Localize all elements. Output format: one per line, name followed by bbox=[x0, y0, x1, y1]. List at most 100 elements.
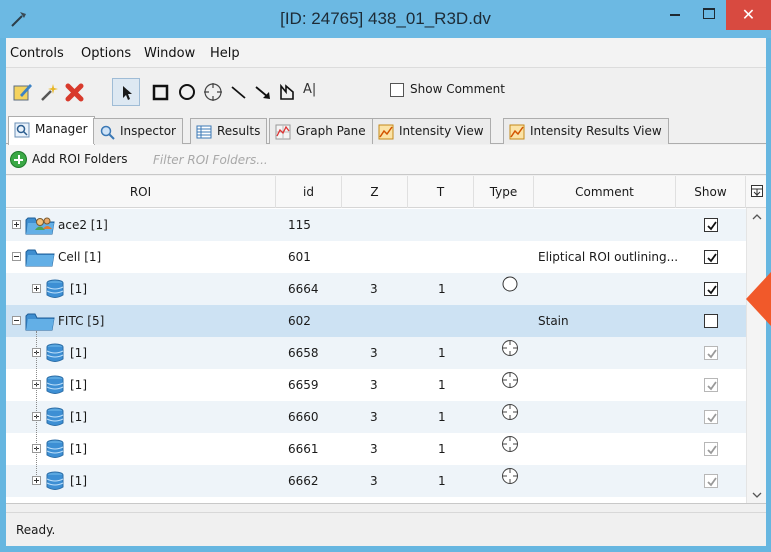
point-shape-icon bbox=[500, 370, 520, 393]
roi-comment: Stain bbox=[538, 314, 569, 328]
column-header-roi[interactable]: ROI bbox=[6, 176, 276, 208]
roi-z: 3 bbox=[370, 378, 378, 392]
folder-icon bbox=[24, 310, 56, 335]
maximize-button[interactable] bbox=[692, 0, 726, 30]
roi-database-icon bbox=[44, 342, 66, 367]
roi-database-icon bbox=[44, 406, 66, 431]
tree-expander[interactable] bbox=[32, 476, 41, 485]
column-header-comment[interactable]: Comment bbox=[534, 176, 676, 208]
app-window: [ID: 24765] 438_01_R3D.dv ✕ Controls Opt… bbox=[0, 0, 771, 552]
annotation-arrow-icon bbox=[746, 272, 771, 326]
vertical-scrollbar[interactable] bbox=[746, 208, 766, 503]
tab-manager[interactable]: Manager bbox=[8, 116, 95, 145]
edit-icon[interactable] bbox=[12, 81, 34, 103]
tab-intensity-view-label: Intensity View bbox=[399, 124, 484, 138]
table-row[interactable]: [1] 6661 3 1 bbox=[6, 433, 746, 465]
pointer-icon[interactable] bbox=[115, 81, 137, 103]
point-icon[interactable] bbox=[202, 81, 224, 103]
column-header-type[interactable]: Type bbox=[474, 176, 534, 208]
show-checkbox[interactable] bbox=[704, 442, 718, 456]
scroll-down-icon[interactable] bbox=[751, 490, 763, 500]
menu-controls[interactable]: Controls bbox=[10, 46, 64, 61]
column-header-show[interactable]: Show bbox=[676, 176, 746, 208]
column-header-t[interactable]: T bbox=[408, 176, 474, 208]
magic-wand-icon[interactable] bbox=[38, 81, 60, 103]
magnifier-icon bbox=[14, 122, 30, 138]
close-icon: ✕ bbox=[741, 5, 756, 24]
filter-roi-folders-input[interactable] bbox=[151, 149, 759, 171]
show-checkbox[interactable] bbox=[704, 218, 718, 232]
rectangle-icon[interactable] bbox=[150, 81, 172, 103]
folder-icon bbox=[24, 246, 56, 271]
status-bar: Ready. bbox=[6, 512, 766, 546]
table-row[interactable]: [1] 6659 3 1 bbox=[6, 369, 746, 401]
tab-graph-pane-label: Graph Pane bbox=[296, 124, 366, 138]
roi-id: 6661 bbox=[288, 442, 319, 456]
arrow-icon[interactable] bbox=[252, 81, 274, 103]
roi-name: Cell [1] bbox=[58, 250, 102, 264]
show-checkbox[interactable] bbox=[704, 474, 718, 488]
show-checkbox[interactable] bbox=[704, 282, 718, 296]
column-chooser-icon[interactable] bbox=[751, 185, 763, 197]
tree-expander[interactable] bbox=[12, 220, 21, 229]
tab-results[interactable]: Results bbox=[190, 118, 268, 144]
title-bar[interactable]: [ID: 24765] 438_01_R3D.dv ✕ bbox=[0, 0, 771, 38]
add-roi-folders-label: Add ROI Folders bbox=[32, 152, 128, 166]
close-button[interactable]: ✕ bbox=[726, 0, 771, 30]
tab-intensity-results-view[interactable]: Intensity Results View bbox=[503, 118, 669, 144]
column-header-id[interactable]: id bbox=[276, 176, 342, 208]
roi-id: 6660 bbox=[288, 410, 319, 424]
point-shape-icon bbox=[500, 402, 520, 425]
roi-name: [1] bbox=[70, 346, 87, 360]
roi-z: 3 bbox=[370, 282, 378, 296]
menu-options[interactable]: Options bbox=[81, 46, 131, 61]
roi-name: [1] bbox=[70, 442, 87, 456]
table-row[interactable]: ace2 [1] 115 bbox=[6, 209, 746, 241]
show-checkbox[interactable] bbox=[704, 378, 718, 392]
tab-bar: Manager Inspector Results Graph Pane Int… bbox=[6, 114, 766, 145]
point-shape-icon bbox=[500, 434, 520, 457]
column-header-z[interactable]: Z bbox=[342, 176, 408, 208]
roi-comment: Eliptical ROI outlining... bbox=[538, 250, 679, 264]
minimize-button[interactable] bbox=[658, 0, 692, 30]
line-icon[interactable] bbox=[228, 81, 250, 103]
tree-expander[interactable] bbox=[12, 252, 21, 261]
table-row[interactable]: [1] 6664 3 1 bbox=[6, 273, 746, 305]
window-title: [ID: 24765] 438_01_R3D.dv bbox=[280, 9, 491, 28]
show-comment-checkbox[interactable] bbox=[390, 83, 404, 97]
roi-folders-bar: Add ROI Folders bbox=[6, 145, 766, 175]
status-text: Ready. bbox=[16, 523, 56, 537]
table-row[interactable]: [1] 6660 3 1 bbox=[6, 401, 746, 433]
show-checkbox[interactable] bbox=[704, 250, 718, 264]
tab-intensity-view[interactable]: Intensity View bbox=[372, 118, 491, 144]
table-row[interactable]: [1] 6662 3 1 bbox=[6, 465, 746, 497]
tab-graph-pane[interactable]: Graph Pane bbox=[269, 118, 373, 144]
roi-database-icon bbox=[44, 374, 66, 399]
show-checkbox[interactable] bbox=[704, 346, 718, 360]
tab-inspector[interactable]: Inspector bbox=[93, 118, 183, 144]
table-row[interactable]: Cell [1] 601 Eliptical ROI outlining... bbox=[6, 241, 746, 273]
roi-id: 115 bbox=[288, 218, 311, 232]
polygon-icon[interactable] bbox=[276, 81, 298, 103]
toolbar: A| Show Comment bbox=[6, 69, 766, 113]
tree-expander[interactable] bbox=[12, 316, 21, 325]
tree-expander[interactable] bbox=[32, 284, 41, 293]
roi-name: [1] bbox=[70, 282, 87, 296]
roi-id: 6659 bbox=[288, 378, 319, 392]
menu-help[interactable]: Help bbox=[210, 46, 240, 61]
inspector-icon bbox=[100, 125, 115, 140]
menu-window[interactable]: Window bbox=[144, 46, 195, 61]
delete-icon[interactable] bbox=[64, 81, 86, 103]
ellipse-icon[interactable] bbox=[176, 81, 198, 103]
roi-id: 602 bbox=[288, 314, 311, 328]
text-tool-icon[interactable]: A| bbox=[303, 82, 325, 104]
roi-t: 1 bbox=[438, 410, 446, 424]
show-checkbox[interactable] bbox=[704, 314, 718, 328]
minimize-icon bbox=[670, 14, 680, 16]
table-row[interactable]: [1] 6658 3 1 bbox=[6, 337, 746, 369]
point-shape-icon bbox=[500, 466, 520, 489]
graph-icon bbox=[275, 124, 291, 140]
table-row[interactable]: FITC [5] 602 Stain bbox=[6, 305, 746, 337]
show-checkbox[interactable] bbox=[704, 410, 718, 424]
scroll-up-icon[interactable] bbox=[751, 212, 763, 222]
